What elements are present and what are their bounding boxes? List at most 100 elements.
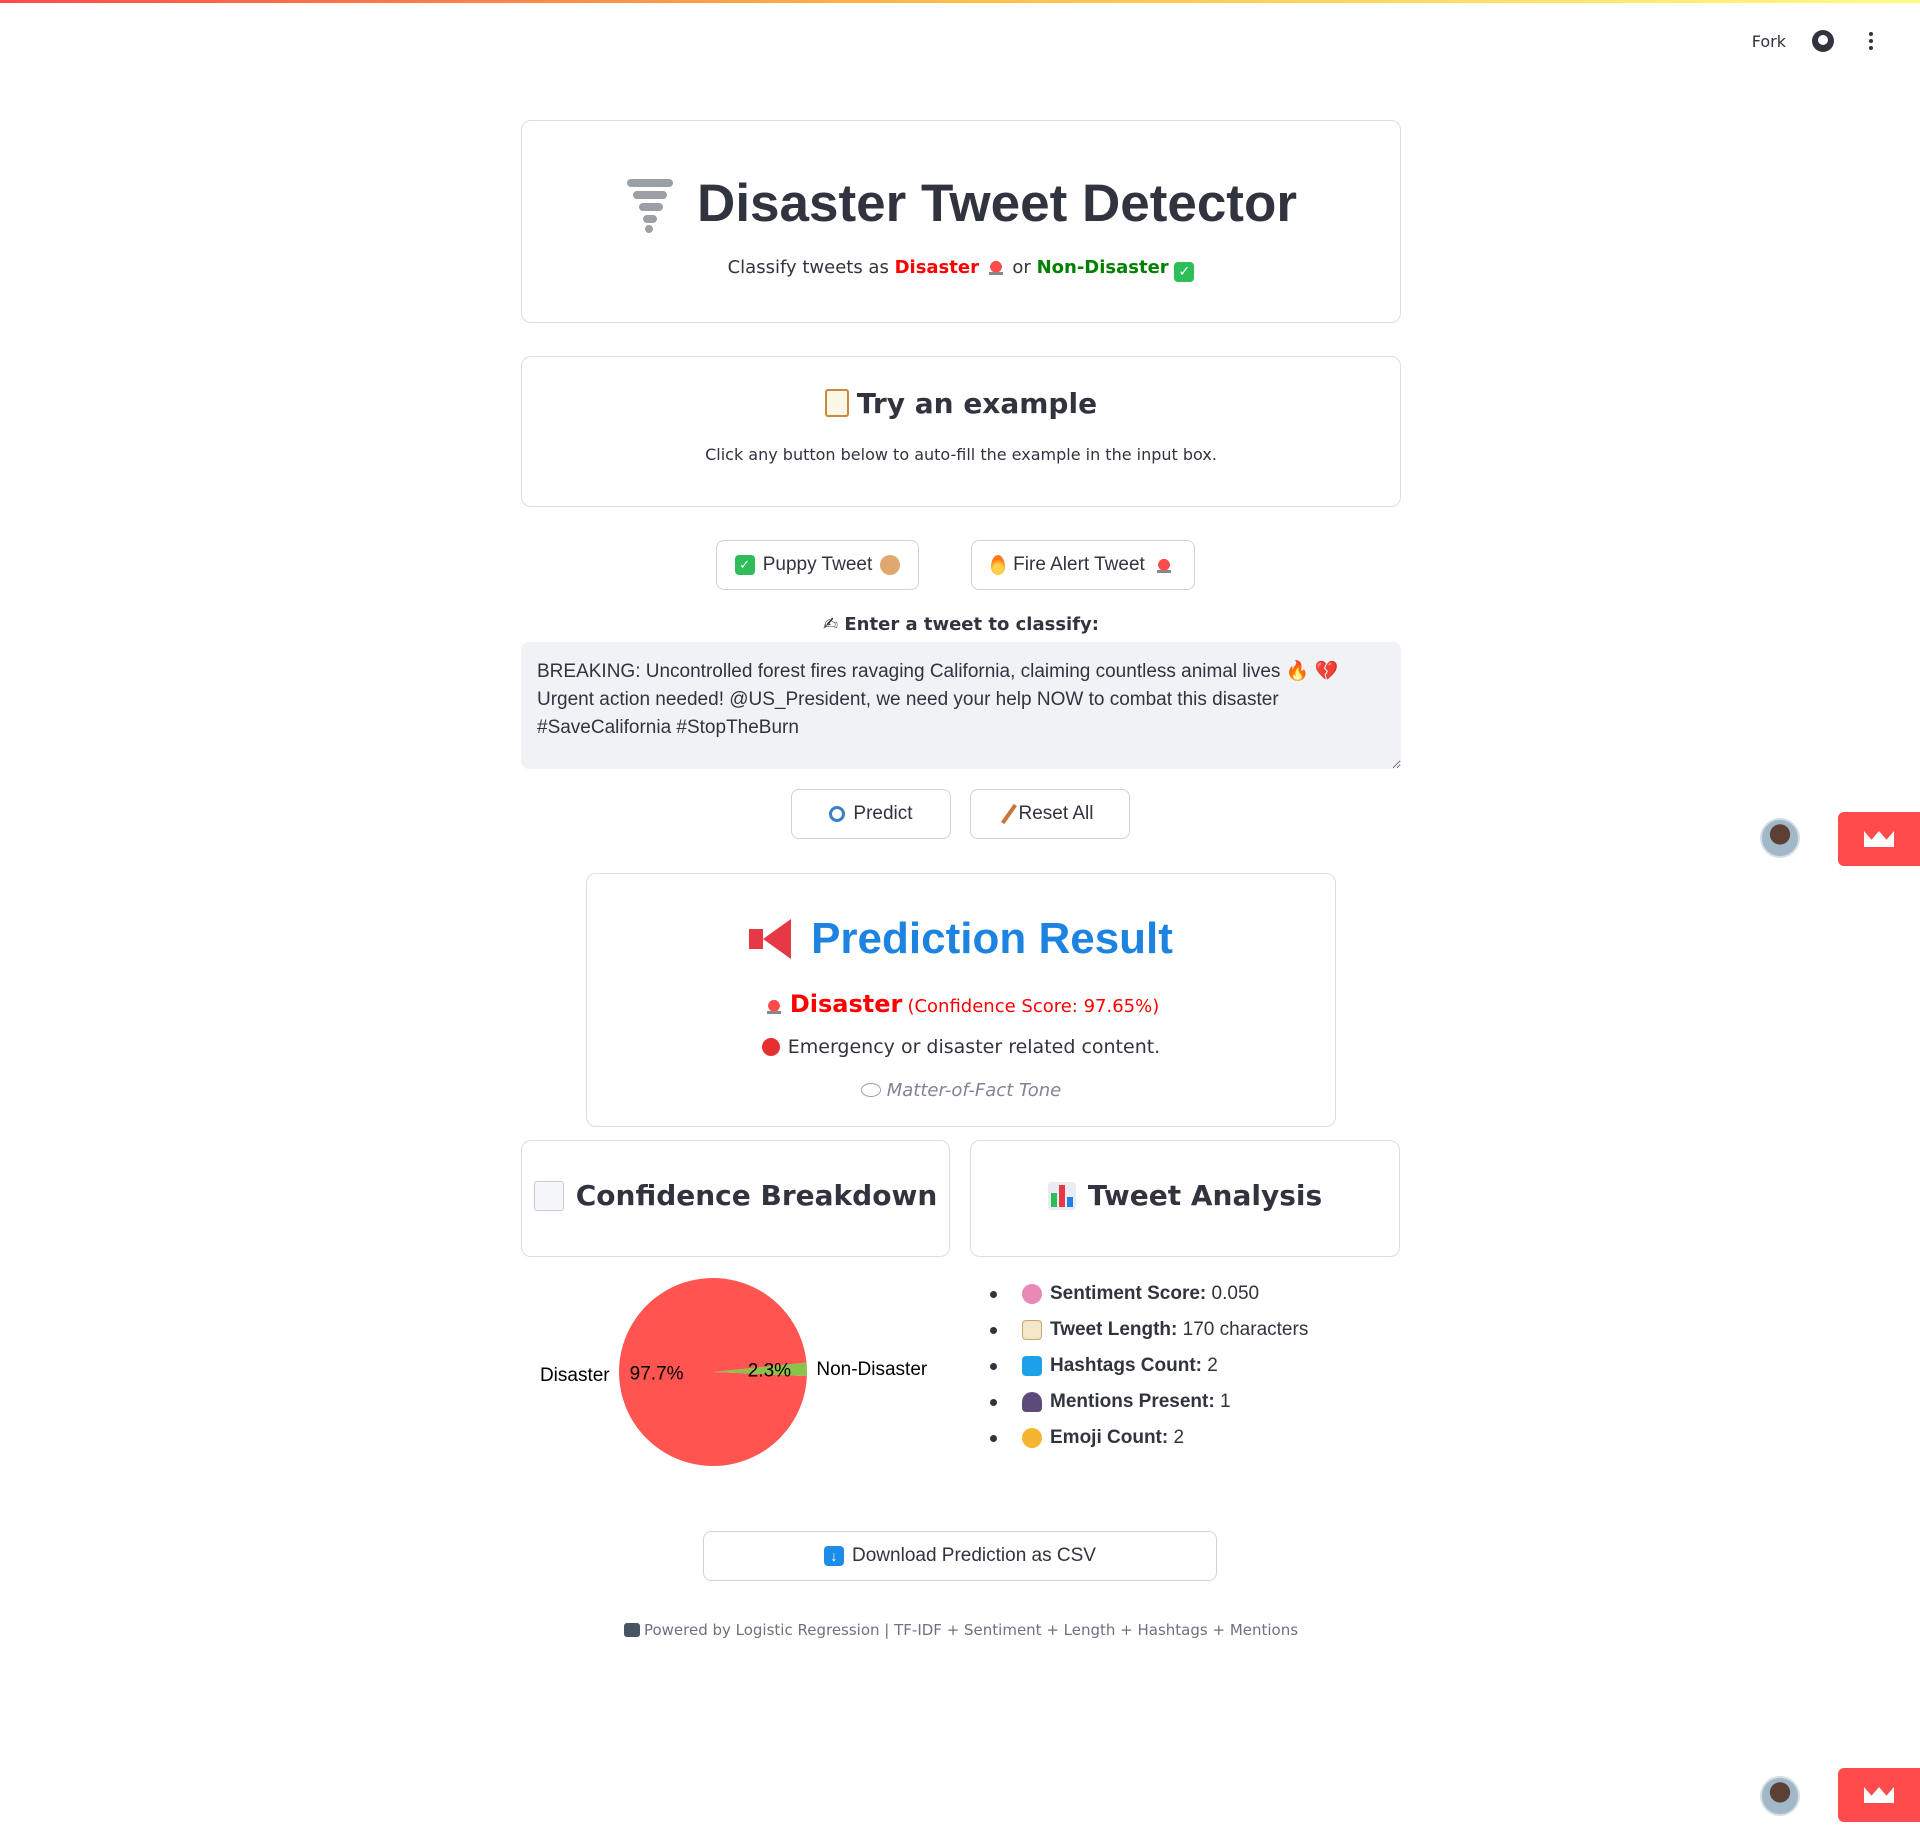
result-class: Disaster	[789, 990, 903, 1018]
search-icon	[829, 806, 846, 822]
analysis-value: 170 characters	[1182, 1319, 1309, 1340]
tweet-analysis-card: Tweet Analysis	[970, 1140, 1400, 1257]
people-icon	[1022, 1392, 1042, 1412]
fire-alert-label: Fire Alert Tweet	[1013, 554, 1145, 575]
crown-icon	[1864, 1787, 1894, 1803]
analysis-value: 1	[1219, 1391, 1231, 1412]
header-actions: Fork	[1752, 30, 1882, 52]
chart-increasing-icon	[533, 1180, 564, 1211]
predict-label: Predict	[853, 803, 913, 824]
tweet-input-label-text: Enter a tweet to classify:	[844, 614, 1099, 635]
avatar[interactable]	[1760, 1776, 1800, 1816]
result-description-text: Emergency or disaster related content.	[787, 1036, 1161, 1058]
speech-bubble-icon	[860, 1083, 881, 1097]
dog-face-icon	[880, 555, 901, 575]
list-item: Mentions Present: 1	[980, 1384, 1380, 1420]
analysis-label: Sentiment Score:	[1050, 1283, 1207, 1304]
red-circle-icon	[761, 1038, 780, 1056]
pie-value-label: 2.3%	[748, 1360, 791, 1381]
siren-icon	[766, 998, 781, 1014]
tweet-input-label: ✍ Enter a tweet to classify:	[521, 614, 1401, 635]
list-item: Emoji Count: 2	[980, 1420, 1380, 1456]
example-card: Try an example Click any button below to…	[521, 356, 1401, 507]
siren-icon	[988, 259, 1003, 275]
result-tone-text: Matter-of-Fact Tone	[886, 1080, 1062, 1101]
disaster-label: Disaster	[894, 257, 979, 278]
list-item: Tweet Length: 170 characters	[980, 1312, 1380, 1348]
reset-label: Reset All	[1018, 803, 1094, 824]
siren-icon	[1156, 557, 1171, 573]
predict-button[interactable]: Predict	[791, 789, 951, 839]
brain-icon	[1022, 1284, 1042, 1304]
tweet-analysis-text: Tweet Analysis	[1087, 1179, 1323, 1212]
check-icon: ✓	[1174, 262, 1195, 282]
clipboard-icon	[824, 389, 849, 417]
page-title: Disaster Tweet Detector	[697, 174, 1297, 233]
confidence-breakdown-title: Confidence Breakdown	[522, 1179, 949, 1212]
confidence-score: (Confidence Score: 97.65%)	[907, 996, 1160, 1017]
writing-hand-icon: ✍	[823, 614, 839, 635]
download-label: Download Prediction as CSV	[852, 1545, 1096, 1566]
tweet-analysis-title: Tweet Analysis	[971, 1179, 1399, 1212]
analysis-label: Emoji Count:	[1050, 1427, 1169, 1448]
puppy-tweet-button[interactable]: ✓ Puppy Tweet	[716, 540, 919, 590]
confidence-breakdown-card: Confidence Breakdown	[521, 1140, 950, 1257]
pie-category-label: Disaster	[540, 1365, 610, 1386]
download-arrow-icon: ↓	[824, 1546, 845, 1566]
robot-icon	[623, 1623, 640, 1637]
list-item: Sentiment Score: 0.050	[980, 1276, 1380, 1312]
smile-icon	[1022, 1428, 1042, 1448]
result-description: Emergency or disaster related content.	[587, 1036, 1335, 1058]
bar-chart-icon	[1047, 1181, 1076, 1210]
example-title-text: Try an example	[856, 387, 1098, 420]
prediction-result-card: Prediction Result Disaster (Confidence S…	[586, 873, 1336, 1127]
pie-category-label: Non-Disaster	[816, 1359, 928, 1380]
fire-icon	[991, 555, 1006, 575]
title-card: Disaster Tweet Detector Classify tweets …	[521, 120, 1401, 323]
check-icon: ✓	[734, 555, 755, 575]
list-item: Hashtags Count: 2	[980, 1348, 1380, 1384]
subtitle-prefix: Classify tweets as	[727, 257, 889, 278]
tweet-input[interactable]: BREAKING: Uncontrolled forest fires rava…	[521, 642, 1401, 769]
github-icon[interactable]	[1812, 30, 1834, 52]
memo-icon	[1022, 1320, 1042, 1340]
more-vertical-icon[interactable]	[1860, 32, 1882, 50]
streamlit-badge-button[interactable]	[1838, 1768, 1920, 1822]
footer-text: Powered by Logistic Regression | TF-IDF …	[643, 1621, 1299, 1639]
subtitle-connector: or	[1012, 257, 1031, 278]
reset-all-button[interactable]: Reset All	[970, 789, 1130, 839]
streamlit-badge-button[interactable]	[1838, 812, 1920, 866]
hash-icon	[1022, 1356, 1042, 1376]
crown-icon	[1864, 831, 1894, 847]
avatar[interactable]	[1760, 818, 1800, 858]
title-subtitle: Classify tweets as Disaster or Non-Disas…	[522, 257, 1400, 282]
download-csv-button[interactable]: ↓ Download Prediction as CSV	[703, 1531, 1217, 1581]
analysis-value: 0.050	[1211, 1283, 1260, 1304]
example-subtitle: Click any button below to auto-fill the …	[705, 445, 1217, 464]
analysis-label: Mentions Present:	[1050, 1391, 1215, 1412]
tornado-icon	[625, 175, 675, 233]
non-disaster-label: Non-Disaster	[1036, 257, 1169, 278]
fire-alert-tweet-button[interactable]: Fire Alert Tweet	[971, 540, 1195, 590]
result-title-text: Prediction Result	[811, 914, 1173, 963]
confidence-pie-chart: 97.7% 2.3% Disaster Non-Disaster	[521, 1278, 950, 1478]
confidence-breakdown-text: Confidence Breakdown	[575, 1179, 938, 1212]
analysis-value: 2	[1173, 1427, 1185, 1448]
megaphone-icon	[749, 919, 795, 959]
analysis-value: 2	[1207, 1355, 1218, 1376]
result-title: Prediction Result	[587, 914, 1335, 964]
fork-button[interactable]: Fork	[1752, 32, 1786, 51]
footer: Powered by Logistic Regression | TF-IDF …	[521, 1621, 1401, 1639]
analysis-label: Hashtags Count:	[1050, 1355, 1202, 1376]
broom-icon	[1000, 803, 1017, 825]
example-title: Try an example	[522, 387, 1400, 420]
result-label: Disaster (Confidence Score: 97.65%)	[587, 990, 1335, 1018]
pie-chart-svg: 97.7% 2.3% Disaster Non-Disaster	[540, 1278, 928, 1467]
puppy-tweet-label: Puppy Tweet	[762, 554, 873, 575]
top-decoration-bar	[0, 0, 1920, 3]
pie-value-label: 97.7%	[630, 1364, 684, 1385]
app-title: Disaster Tweet Detector	[522, 173, 1400, 234]
result-tone: Matter-of-Fact Tone	[587, 1080, 1335, 1101]
analysis-label: Tweet Length:	[1050, 1319, 1178, 1340]
tweet-analysis-list: Sentiment Score: 0.050 Tweet Length: 170…	[980, 1276, 1380, 1456]
